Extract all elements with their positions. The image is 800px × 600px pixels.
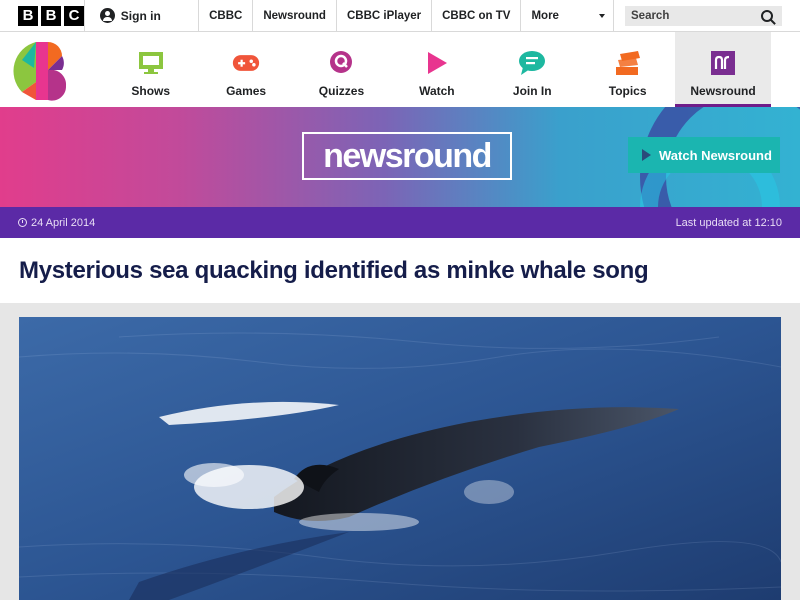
date-strip: 24 April 2014 Last updated at 12:10 xyxy=(0,207,800,238)
whale-illustration xyxy=(19,317,781,600)
publish-date: 24 April 2014 xyxy=(31,216,96,229)
nav-quizzes[interactable]: Quizzes xyxy=(294,32,389,107)
gamepad-icon xyxy=(232,50,260,76)
nav-label: Newsround xyxy=(690,84,756,98)
search-input[interactable]: Search xyxy=(625,5,782,26)
sign-in-label: Sign in xyxy=(120,8,161,23)
chevron-down-icon xyxy=(599,13,605,18)
newsround-banner: newsround Watch Newsround xyxy=(0,107,800,207)
nav-link-cbbc-iplayer[interactable]: CBBC iPlayer xyxy=(335,0,431,31)
newsround-logo[interactable]: newsround xyxy=(302,132,512,180)
nav-label: Shows xyxy=(131,84,171,98)
nav-label: Topics xyxy=(608,84,647,98)
watch-newsround-label: Watch Newsround xyxy=(659,147,772,163)
nav-games[interactable]: Games xyxy=(198,32,293,107)
newsround-icon xyxy=(709,50,737,76)
bbc-logo[interactable]: B B C xyxy=(0,0,84,31)
nav-link-cbbc[interactable]: CBBC xyxy=(198,0,252,31)
nav-label: Games xyxy=(226,84,267,98)
nav-newsround[interactable]: Newsround xyxy=(675,32,771,107)
nav-link-newsround[interactable]: Newsround xyxy=(252,0,336,31)
nav-label: Quizzes xyxy=(318,84,365,98)
nav-topics[interactable]: Topics xyxy=(580,32,675,107)
more-dropdown[interactable]: More xyxy=(520,0,614,31)
more-label: More xyxy=(531,9,559,22)
search-placeholder: Search xyxy=(631,9,670,22)
quiz-icon xyxy=(327,50,355,76)
topics-icon xyxy=(614,50,642,76)
clock-icon xyxy=(18,218,27,227)
last-updated: Last updated at 12:10 xyxy=(675,216,782,229)
nav-link-cbbc-on-tv[interactable]: CBBC on TV xyxy=(431,0,520,31)
bbc-logo-letter: B xyxy=(18,5,38,26)
search-icon[interactable] xyxy=(761,9,773,22)
nav-label: Join In xyxy=(512,84,552,98)
sign-in-link[interactable]: Sign in xyxy=(85,0,198,31)
nav-watch[interactable]: Watch xyxy=(389,32,484,107)
nav-shows[interactable]: Shows xyxy=(103,32,198,107)
hero-image xyxy=(19,317,781,600)
cbbc-nav: Shows Games Quizzes Watch Join In Topics xyxy=(0,32,800,107)
tv-icon xyxy=(137,50,165,76)
user-icon xyxy=(99,8,115,23)
cbbc-logo[interactable] xyxy=(0,32,103,107)
chat-icon xyxy=(518,50,546,76)
nav-join-in[interactable]: Join In xyxy=(485,32,580,107)
play-icon xyxy=(423,50,451,76)
headline-container: Mysterious sea quacking identified as mi… xyxy=(0,238,800,303)
bbc-logo-letter: B xyxy=(41,5,61,26)
bbc-global-bar: B B C Sign in CBBC Newsround CBBC iPlaye… xyxy=(0,0,800,32)
nav-label: Watch xyxy=(419,84,455,98)
play-icon xyxy=(642,149,651,161)
bbc-logo-letter: C xyxy=(64,5,84,26)
watch-newsround-button[interactable]: Watch Newsround xyxy=(628,137,780,173)
article-headline: Mysterious sea quacking identified as mi… xyxy=(19,257,649,284)
